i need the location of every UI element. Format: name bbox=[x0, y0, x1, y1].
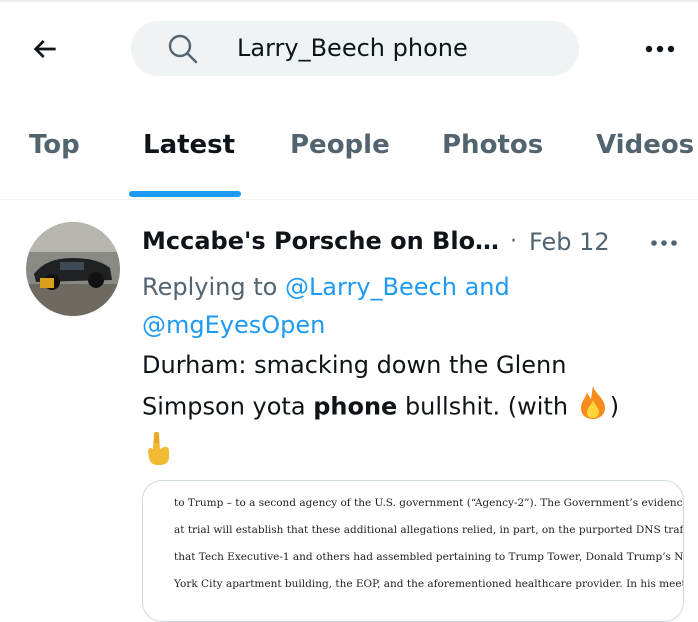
tweet-date[interactable]: Feb 12 bbox=[529, 228, 610, 256]
document-line: at trial will establish that these addit… bbox=[174, 524, 684, 536]
tweet-text-part: bullshit. (with bbox=[397, 392, 576, 421]
document-line: that Tech Executive-1 and others had ass… bbox=[174, 551, 684, 563]
mention-link[interactable]: @Larry_Beech bbox=[285, 273, 457, 301]
tab-top[interactable]: Top bbox=[29, 130, 80, 160]
active-tab-indicator bbox=[129, 191, 241, 197]
tweet-text-highlight: phone bbox=[313, 392, 398, 421]
tweet-header: Mccabe's Porsche on Blo… · Feb 12 bbox=[142, 227, 677, 259]
arrow-left-icon bbox=[33, 40, 56, 58]
avatar-photo bbox=[26, 222, 120, 316]
document-line: to Trump – to a second agency of the U.S… bbox=[174, 497, 684, 509]
tab-latest[interactable]: Latest bbox=[143, 130, 235, 160]
media-image[interactable]: to Trump – to a second agency of the U.S… bbox=[142, 480, 684, 622]
replying-to: Replying to @Larry_Beech and @mgEyesOpen bbox=[142, 268, 662, 344]
search-icon bbox=[168, 34, 198, 64]
avatar[interactable] bbox=[26, 222, 120, 316]
top-divider bbox=[0, 0, 698, 2]
tweet-text-part: ) bbox=[609, 392, 620, 421]
back-button[interactable] bbox=[26, 30, 64, 68]
tabs-divider bbox=[0, 199, 698, 200]
document-line: York City apartment building, the EOP, a… bbox=[174, 578, 684, 590]
fire-icon bbox=[576, 384, 610, 431]
mention-conjunction: and bbox=[456, 273, 510, 301]
separator-dot: · bbox=[510, 229, 517, 254]
more-horizontal-icon[interactable] bbox=[640, 34, 680, 64]
tab-videos[interactable]: Videos bbox=[596, 130, 694, 160]
tab-people[interactable]: People bbox=[290, 130, 390, 160]
search-query-text: Larry_Beech phone bbox=[237, 34, 468, 62]
tweet-text: Durham: smacking down the Glenn Simpson … bbox=[142, 346, 672, 478]
tab-photos[interactable]: Photos bbox=[442, 130, 543, 160]
tweet-more-icon[interactable] bbox=[647, 231, 681, 255]
author-name[interactable]: Mccabe's Porsche on Blo… bbox=[142, 227, 499, 255]
point-down-icon bbox=[142, 431, 174, 478]
search-input[interactable]: Larry_Beech phone bbox=[131, 21, 579, 76]
replying-to-label: Replying to bbox=[142, 273, 285, 301]
mention-link[interactable]: @mgEyesOpen bbox=[142, 311, 325, 339]
search-tabs: Top Latest People Photos Videos bbox=[0, 118, 698, 200]
